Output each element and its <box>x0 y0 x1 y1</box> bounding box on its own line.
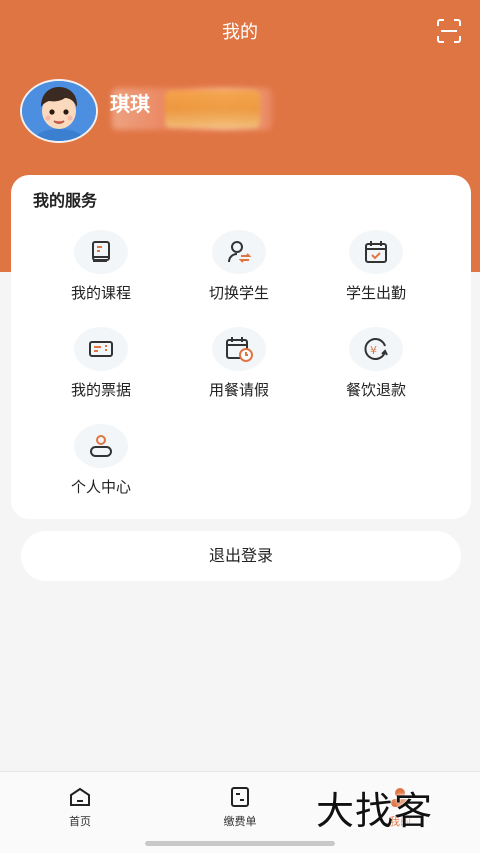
tab-label: 缴费单 <box>223 815 257 828</box>
service-personal-center[interactable]: 个人中心 <box>31 424 171 497</box>
service-label: 餐饮退款 <box>345 381 406 399</box>
svg-text:¥: ¥ <box>370 344 377 357</box>
service-my-tickets[interactable]: 我的票据 <box>31 327 171 400</box>
name-redaction-chip <box>165 90 260 128</box>
service-attendance[interactable]: 学生出勤 <box>306 230 446 303</box>
scan-button[interactable] <box>436 18 462 44</box>
service-meal-refund[interactable]: ¥ 餐饮退款 <box>306 327 446 400</box>
avatar[interactable] <box>20 79 98 143</box>
services-card: 我的服务 我的课程 切换学生 学生出勤 我的票据 用餐请假 ¥ 餐饮退款 个人中… <box>11 175 471 519</box>
scan-icon <box>437 19 461 43</box>
calendar-clock-icon <box>226 337 253 362</box>
book-icon <box>92 241 110 262</box>
user-name: 琪琪 <box>110 92 150 116</box>
service-my-courses[interactable]: 我的课程 <box>31 230 171 303</box>
home-icon <box>70 787 90 806</box>
service-label: 切换学生 <box>208 284 269 302</box>
tab-home[interactable]: 首页 <box>40 786 120 829</box>
boy-avatar-icon <box>22 81 96 141</box>
services-title: 我的服务 <box>33 191 98 210</box>
tab-bills[interactable]: 缴费单 <box>200 786 280 829</box>
service-label: 个人中心 <box>70 478 131 496</box>
service-label: 我的票据 <box>70 381 131 399</box>
service-switch-student[interactable]: 切换学生 <box>169 230 309 303</box>
calendar-check-icon <box>365 241 387 263</box>
watermark: 大找客 <box>316 789 434 833</box>
logout-button[interactable]: 退出登录 <box>21 531 461 581</box>
service-label: 用餐请假 <box>208 381 269 399</box>
service-meal-leave[interactable]: 用餐请假 <box>169 327 309 400</box>
refund-yuan-icon: ¥ <box>364 338 388 360</box>
service-label: 我的课程 <box>70 284 131 302</box>
home-indicator <box>145 841 335 846</box>
tab-label: 首页 <box>69 815 91 828</box>
switch-user-icon <box>228 241 252 263</box>
person-icon <box>90 435 112 457</box>
service-label: 学生出勤 <box>345 284 406 302</box>
bill-icon <box>231 787 249 807</box>
page-title: 我的 <box>222 22 258 43</box>
ticket-icon <box>89 341 113 357</box>
